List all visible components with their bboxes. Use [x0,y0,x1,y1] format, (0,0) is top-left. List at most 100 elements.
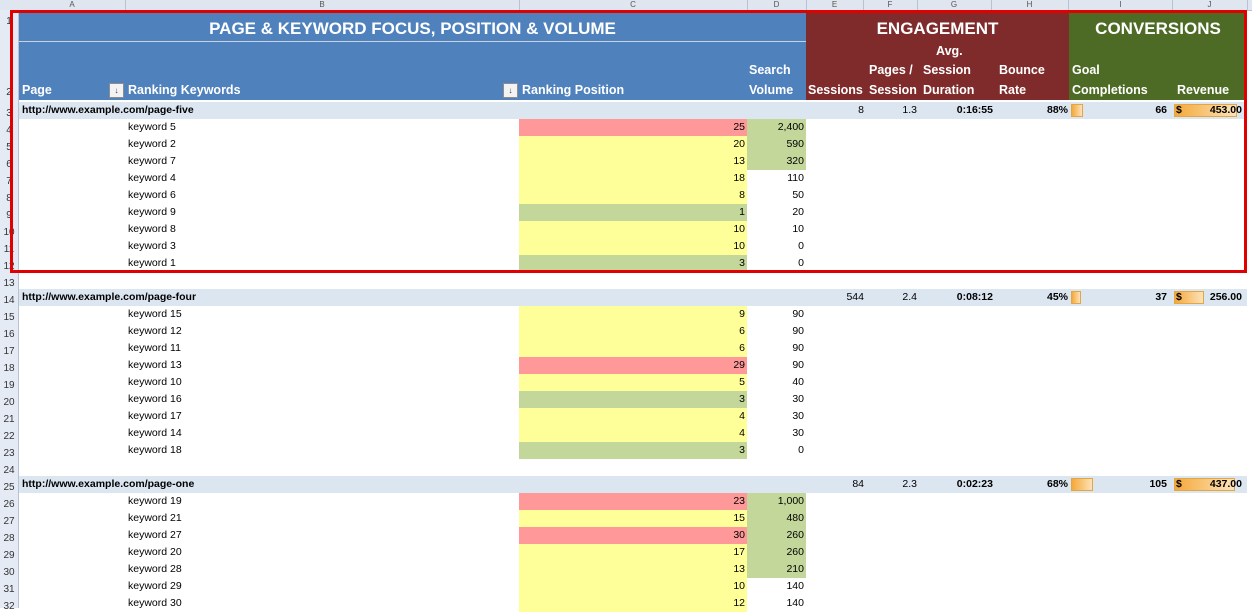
conversions-title: CONVERSIONS [1095,19,1221,38]
header-sessions: Sessions [808,83,863,97]
header-pages-line1: Pages / [869,63,913,77]
column-header-f[interactable]: F [863,0,918,10]
ranking-position-cell: 23 [519,493,747,510]
header-bounce-line2: Rate [999,83,1027,97]
row-number[interactable]: 14 [0,292,18,309]
column-header-i[interactable]: I [1069,0,1173,10]
row-number[interactable]: 18 [0,360,18,377]
search-volume-cell: 0 [798,257,804,269]
row-number[interactable]: 22 [0,428,18,445]
row-number[interactable]: 13 [0,275,18,292]
header-divider [19,41,806,42]
search-volume-cell: 260 [747,544,806,561]
row-number[interactable]: 8 [0,190,18,207]
row-number[interactable]: 5 [0,139,18,156]
sessions-value: 8 [858,104,864,116]
column-header-d[interactable]: D [747,0,807,10]
row-number[interactable]: 11 [0,241,18,258]
header-goal-line2: Completions [1072,83,1148,97]
row-number[interactable]: 17 [0,343,18,360]
keyword-name: keyword 27 [128,529,182,541]
row-number[interactable]: 9 [0,207,18,224]
filter-dropdown-keywords[interactable]: ↓ [109,83,124,98]
row-number[interactable]: 24 [0,462,18,479]
keyword-name: keyword 14 [128,427,182,439]
ranking-position-cell: 4 [519,408,747,425]
row-number[interactable]: 27 [0,513,18,530]
goal-completions-value: 66 [1155,104,1167,116]
ranking-position-cell: 3 [519,391,747,408]
row-number[interactable]: 28 [0,530,18,547]
column-header-a[interactable]: A [19,0,126,10]
band-title: PAGE & KEYWORD FOCUS, POSITION & VOLUME [209,19,616,38]
keyword-name: keyword 18 [128,444,182,456]
column-header-b[interactable]: B [125,0,520,10]
search-volume-cell: 30 [792,393,804,405]
ranking-position-cell: 13 [519,561,747,578]
pages-per-session-value: 2.3 [902,478,917,490]
row-number[interactable]: 23 [0,445,18,462]
row-number[interactable]: 3 [0,105,18,122]
header-page: Page [22,83,52,97]
row-number[interactable]: 30 [0,564,18,581]
column-header-c[interactable]: C [519,0,748,10]
keyword-name: keyword 21 [128,512,182,524]
row-number[interactable]: 25 [0,479,18,496]
bounce-rate-value: 88% [1046,104,1068,116]
engagement-title: ENGAGEMENT [876,19,999,38]
row-number[interactable]: 31 [0,581,18,598]
bounce-rate-value: 45% [1046,291,1068,303]
pages-per-session-value: 1.3 [902,104,917,116]
filter-dropdown-position[interactable]: ↓ [503,83,518,98]
ranking-position-cell: 1 [519,204,747,221]
row-number[interactable]: 7 [0,173,18,190]
column-header-j[interactable]: J [1172,0,1248,10]
header-ranking-keywords: Ranking Keywords [128,83,241,97]
keyword-name: keyword 17 [128,410,182,422]
row-number[interactable]: 2 [0,84,18,101]
row-number[interactable]: 21 [0,411,18,428]
keyword-name: keyword 3 [128,240,176,252]
bounce-rate-value: 68% [1046,478,1068,490]
ranking-position-cell: 10 [519,238,747,255]
keyword-name: keyword 30 [128,597,182,609]
row-number[interactable]: 29 [0,547,18,564]
search-volume-cell: 2,400 [747,119,806,136]
row-number[interactable]: 15 [0,309,18,326]
page-url: http://www.example.com/page-four [22,291,197,303]
row-number-gutter: 1 2 3 4 5 6 7 8 9 10 11 12 13 14 15 16 17 18 19 20 21 22 23 24 2… [0,10,19,612]
header-search-line2: Volume [749,83,794,97]
row-number[interactable]: 12 [0,258,18,275]
keyword-name: keyword 1 [128,257,176,269]
column-header-g[interactable]: G [917,0,992,10]
column-header-e[interactable]: E [806,0,864,10]
row-number[interactable]: 20 [0,394,18,411]
keyword-name: keyword 20 [128,546,182,558]
search-volume-cell: 590 [747,136,806,153]
search-volume-cell: 0 [798,240,804,252]
header-pages-line2: Session [869,83,917,97]
ranking-position-cell: 3 [519,442,747,459]
spreadsheet: ABCDEFGHIJ 1 2 3 4 5 6 7 8 9 10 11 12 13 14 15 16 17 18 19… [0,0,1252,612]
search-volume-cell: 40 [792,376,804,388]
row-number[interactable]: 1 [0,13,18,30]
row-number[interactable]: 10 [0,224,18,241]
revenue-value: 437.00 [1209,478,1242,490]
row-number[interactable]: 16 [0,326,18,343]
row-number[interactable]: 19 [0,377,18,394]
search-volume-cell: 480 [747,510,806,527]
search-volume-cell: 140 [786,597,804,609]
row-number[interactable]: 6 [0,156,18,173]
keyword-name: keyword 7 [128,155,176,167]
search-volume-cell: 320 [747,153,806,170]
row-number[interactable]: 4 [0,122,18,139]
row-number[interactable]: 32 [0,598,18,615]
column-header-h[interactable]: H [991,0,1069,10]
search-volume-cell: 90 [792,308,804,320]
ranking-position-cell: 5 [519,374,747,391]
keyword-name: keyword 29 [128,580,182,592]
search-volume-cell: 90 [792,342,804,354]
row-number[interactable]: 26 [0,496,18,513]
avg-duration-value: 0:02:23 [956,478,993,490]
ranking-position-cell: 9 [519,306,747,323]
